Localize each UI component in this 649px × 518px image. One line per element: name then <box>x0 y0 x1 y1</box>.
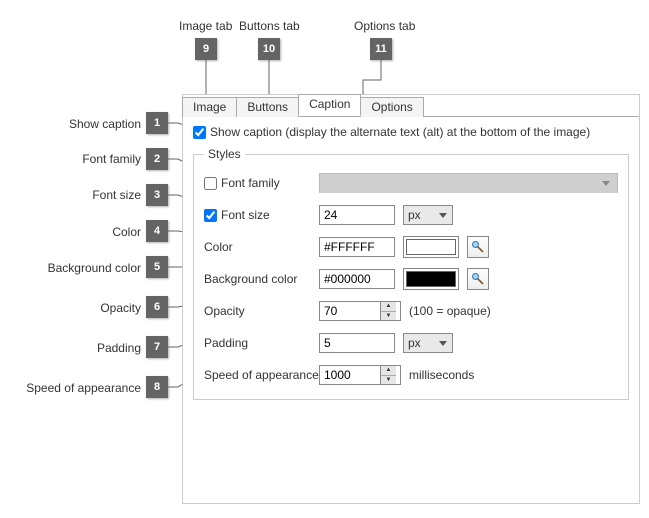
padding-label: Padding <box>204 336 248 350</box>
tab-options[interactable]: Options <box>360 97 423 117</box>
ext-label-font-family: Font family <box>46 152 141 166</box>
color-swatch-button[interactable] <box>403 236 459 258</box>
padding-unit-select[interactable]: px <box>403 333 453 353</box>
ext-label-opacity: Opacity <box>46 301 141 315</box>
callout-10: 10 <box>258 38 280 60</box>
callout-1: 1 <box>146 112 168 134</box>
padding-input[interactable] <box>319 333 395 353</box>
ext-label-bgcolor: Background color <box>38 261 141 275</box>
callout-7: 7 <box>146 336 168 358</box>
font-size-input[interactable] <box>319 205 395 225</box>
speed-step-down[interactable]: ▼ <box>381 376 396 385</box>
ext-label-font-size: Font size <box>46 188 141 202</box>
font-size-label: Font size <box>221 208 270 222</box>
padding-unit-value: px <box>408 336 421 350</box>
speed-input[interactable] <box>320 366 380 384</box>
callout-2: 2 <box>146 148 168 170</box>
speed-step-up[interactable]: ▲ <box>381 366 396 376</box>
tab-body-caption: Show caption (display the alternate text… <box>183 116 639 408</box>
tabstrip: Image Buttons Caption Options <box>182 94 639 116</box>
bgcolor-swatch <box>406 271 456 287</box>
speed-label: Speed of appearance <box>204 368 319 382</box>
callout-8: 8 <box>146 376 168 398</box>
tab-image[interactable]: Image <box>182 97 237 117</box>
bgcolor-input[interactable] <box>319 269 395 289</box>
callout-5: 5 <box>146 256 168 278</box>
color-swatch <box>406 239 456 255</box>
tab-caption[interactable]: Caption <box>298 94 361 116</box>
pushpin-icon <box>471 272 485 286</box>
tab-buttons[interactable]: Buttons <box>236 97 299 117</box>
font-size-unit-select[interactable]: px <box>403 205 453 225</box>
ext-label-image-tab: Image tab <box>179 19 232 33</box>
color-label: Color <box>204 240 233 254</box>
bgcolor-label: Background color <box>204 272 297 286</box>
speed-stepper[interactable]: ▲ ▼ <box>319 365 401 385</box>
bgcolor-picker-button[interactable] <box>467 268 489 290</box>
color-input[interactable] <box>319 237 395 257</box>
bgcolor-swatch-button[interactable] <box>403 268 459 290</box>
ext-label-show-caption: Show caption <box>46 117 141 131</box>
opacity-step-down[interactable]: ▼ <box>381 312 396 321</box>
font-family-checkbox[interactable] <box>204 177 217 190</box>
color-picker-button[interactable] <box>467 236 489 258</box>
font-family-label: Font family <box>221 176 280 190</box>
ext-label-buttons-tab: Buttons tab <box>239 19 300 33</box>
callout-6: 6 <box>146 296 168 318</box>
show-caption-label: Show caption (display the alternate text… <box>210 125 590 139</box>
ext-label-options-tab: Options tab <box>354 19 415 33</box>
opacity-label: Opacity <box>204 304 245 318</box>
ext-label-speed: Speed of appearance <box>20 381 141 395</box>
show-caption-checkbox[interactable] <box>193 126 206 139</box>
callout-9: 9 <box>195 38 217 60</box>
pushpin-icon <box>471 240 485 254</box>
speed-hint: milliseconds <box>409 368 474 382</box>
caption-settings-panel: Image Buttons Caption Options Show capti… <box>182 94 640 504</box>
callout-11: 11 <box>370 38 392 60</box>
ext-label-padding: Padding <box>46 341 141 355</box>
opacity-input[interactable] <box>320 302 380 320</box>
callout-3: 3 <box>146 184 168 206</box>
opacity-stepper[interactable]: ▲ ▼ <box>319 301 401 321</box>
font-size-checkbox[interactable] <box>204 209 217 222</box>
styles-group: Styles Font family Font size <box>193 147 629 400</box>
font-family-select[interactable] <box>319 173 618 193</box>
callout-4: 4 <box>146 220 168 242</box>
font-size-unit-value: px <box>408 208 421 222</box>
ext-label-color: Color <box>46 225 141 239</box>
styles-legend: Styles <box>204 147 245 161</box>
opacity-step-up[interactable]: ▲ <box>381 302 396 312</box>
opacity-hint: (100 = opaque) <box>409 304 491 318</box>
